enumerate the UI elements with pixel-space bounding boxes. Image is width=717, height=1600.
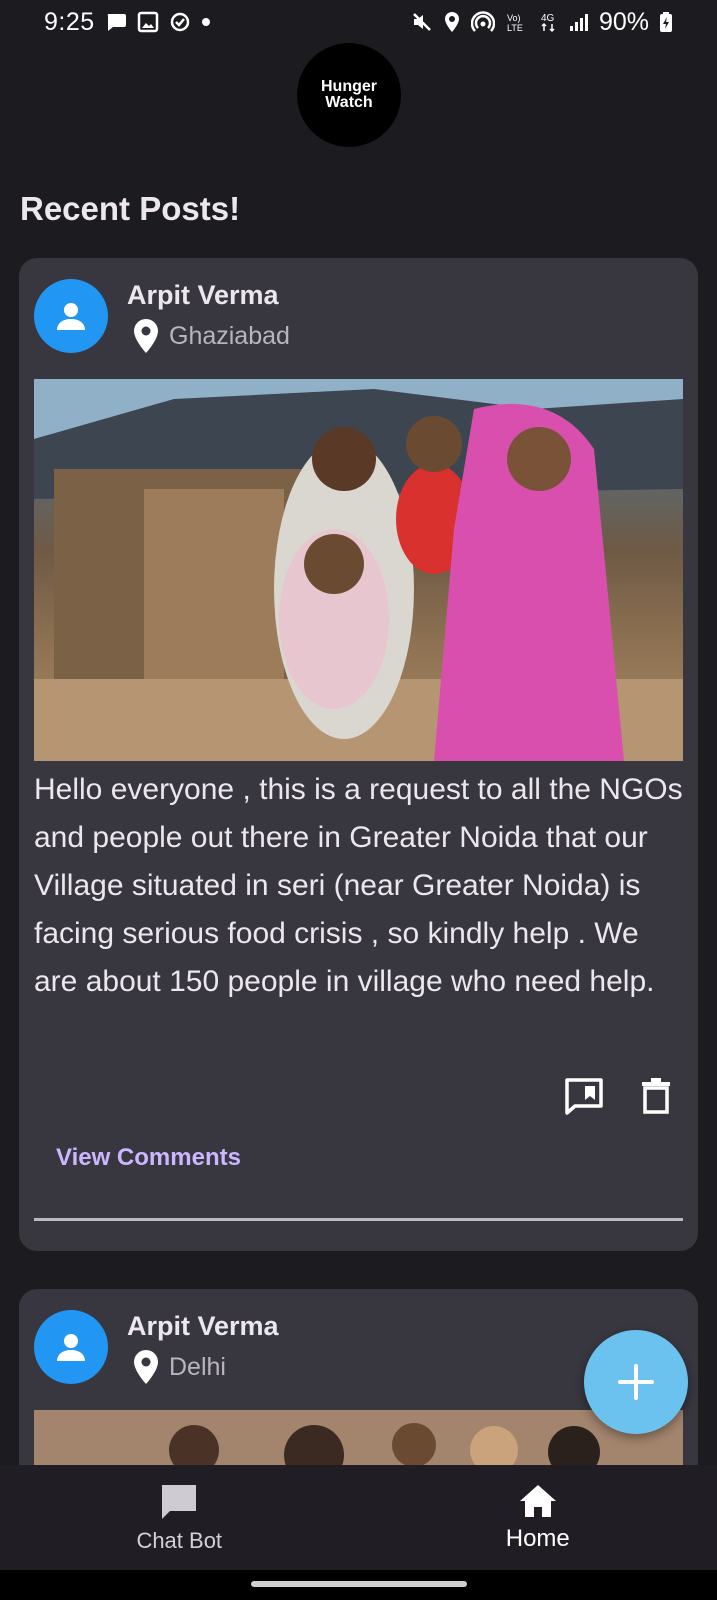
comment-icon (565, 1078, 603, 1115)
home-gesture-handle[interactable] (251, 1581, 467, 1587)
trash-icon (642, 1078, 670, 1114)
post-card: Arpit Verma Ghaziabad Hello everyone , t… (19, 258, 698, 1251)
person-icon (57, 1334, 85, 1361)
nav-label: Home (505, 1524, 570, 1552)
status-left: 9:25 (44, 8, 211, 37)
divider (34, 1218, 683, 1221)
post-image[interactable] (34, 1410, 683, 1470)
location-pin-icon (134, 319, 158, 353)
hotspot-icon (470, 11, 495, 33)
logo-line-2: Watch (325, 94, 373, 111)
mute-icon (411, 11, 433, 33)
post-image[interactable] (34, 379, 683, 761)
chat-bubble-icon (105, 12, 127, 32)
post-actions (564, 1076, 676, 1116)
crowd-photo (34, 1410, 683, 1470)
avatar[interactable] (34, 1310, 108, 1384)
image-icon (137, 11, 159, 33)
person-icon (57, 303, 85, 330)
post-body: Hello everyone , this is a request to al… (34, 773, 683, 998)
view-comments-link[interactable]: View Comments (56, 1144, 241, 1172)
gesture-bar (0, 1570, 717, 1600)
svg-text:Vo): Vo) (507, 13, 521, 23)
bottom-nav: Chat Bot Home (0, 1465, 717, 1570)
post-author: Arpit Verma (127, 280, 279, 310)
svg-text:4G: 4G (541, 13, 555, 24)
logo-text: Hunger Watch (309, 79, 389, 111)
post-location-text: Ghaziabad (169, 321, 290, 350)
status-bar: 9:25 Vo) LTE 4G 90% (0, 0, 717, 44)
page-title: Recent Posts! (20, 190, 241, 227)
avatar[interactable] (34, 279, 108, 353)
post-author: Arpit Verma (127, 1311, 279, 1341)
battery-percentage: 90% (598, 7, 649, 36)
post-location-text: Delhi (169, 1352, 226, 1381)
plus-icon (618, 1364, 654, 1400)
svg-text:LTE: LTE (507, 23, 523, 33)
nav-item-home[interactable]: Home (359, 1465, 717, 1570)
sync-icon (169, 11, 191, 33)
status-time: 9:25 (44, 7, 95, 36)
chat-icon (162, 1484, 197, 1519)
logo-line-1: Hunger (321, 78, 377, 95)
nav-item-chat-bot[interactable]: Chat Bot (0, 1465, 359, 1570)
signal-icon (569, 12, 589, 32)
home-icon (519, 1484, 556, 1517)
location-icon (443, 11, 461, 33)
status-right: Vo) LTE 4G 90% (411, 8, 673, 37)
comment-button[interactable] (564, 1076, 604, 1116)
4g-icon: 4G (539, 11, 559, 33)
add-post-button[interactable] (584, 1330, 688, 1434)
battery-icon (659, 11, 673, 33)
dot-icon (201, 17, 211, 27)
volte-icon: Vo) LTE (505, 11, 529, 33)
app-logo: Hunger Watch (297, 43, 401, 147)
delete-button[interactable] (636, 1076, 676, 1116)
nav-label: Chat Bot (136, 1527, 223, 1553)
location-pin-icon (134, 1350, 158, 1384)
post-location: Ghaziabad (133, 318, 290, 354)
family-photo (34, 379, 683, 761)
post-location: Delhi (133, 1349, 226, 1385)
